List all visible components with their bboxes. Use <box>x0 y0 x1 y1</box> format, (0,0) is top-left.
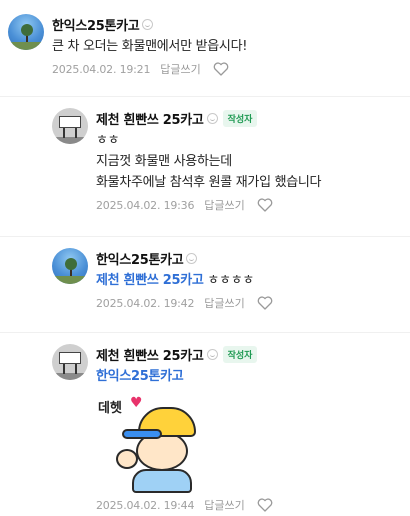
mention-link[interactable]: 한익스25톤카고 <box>96 369 184 384</box>
reply-button[interactable]: 답글쓰기 <box>204 497 244 513</box>
smile-icon <box>206 112 218 124</box>
heart-icon: ♥ <box>130 395 143 411</box>
comment-text: 한익스25톤카고 <box>96 366 273 387</box>
comment-date: 2025.04.02. 19:36 <box>96 198 195 212</box>
comment-author[interactable]: 제천 흰빤쓰 25카고 <box>96 109 204 128</box>
comment-date: 2025.04.02. 19:42 <box>96 296 195 310</box>
reply-item: 제천 흰빤쓰 25카고 작성자 한익스25톤카고 데헷 ♥ 2025.04.02… <box>52 344 273 513</box>
comment-text: 큰 차 오더는 화물맨에서만 받읍시다! <box>52 39 248 54</box>
comment-text: 제천 흰빤쓰 25카고 ㅎㅎㅎㅎ <box>96 270 273 291</box>
comment-author[interactable]: 한익스25톤카고 <box>52 15 140 34</box>
sticker-caption: 데헷 <box>98 401 122 416</box>
avatar[interactable] <box>52 344 88 380</box>
smile-icon <box>142 18 154 30</box>
avatar[interactable] <box>52 108 88 144</box>
comment-text-line: ㅎㅎ <box>96 133 120 148</box>
avatar[interactable] <box>52 248 88 284</box>
divider <box>0 96 410 97</box>
comment-item: 한익스25톤카고 큰 차 오더는 화물맨에서만 받읍시다! 2025.04.02… <box>8 14 247 77</box>
avatar[interactable] <box>8 14 44 50</box>
heart-icon[interactable] <box>257 498 273 512</box>
comment-text-line: 화물차주에날 참석후 원콜 재가입 했습니다 <box>96 175 322 190</box>
reply-button[interactable]: 답글쓰기 <box>204 197 244 213</box>
sticker-image[interactable]: 데헷 ♥ <box>96 393 206 493</box>
heart-icon[interactable] <box>213 62 229 76</box>
comment-text: ㅎㅎ 지금껏 화물맨 사용하는데 화물차주에날 참석후 원콜 재가입 했습니다 <box>96 130 322 193</box>
reply-button[interactable]: 답글쓰기 <box>204 295 244 311</box>
author-badge: 작성자 <box>222 345 258 363</box>
comment-text-line: 지금껏 화물맨 사용하는데 <box>96 154 232 169</box>
heart-icon[interactable] <box>257 198 273 212</box>
divider <box>0 332 410 333</box>
reply-button[interactable]: 답글쓰기 <box>160 61 200 77</box>
heart-icon[interactable] <box>257 296 273 310</box>
comment-text-body: ㅎㅎㅎㅎ <box>207 273 255 288</box>
comment-date: 2025.04.02. 19:44 <box>96 498 195 512</box>
comment-author[interactable]: 제천 흰빤쓰 25카고 <box>96 345 204 364</box>
smile-icon <box>206 348 218 360</box>
comment-date: 2025.04.02. 19:21 <box>52 62 151 76</box>
reply-item: 제천 흰빤쓰 25카고 작성자 ㅎㅎ 지금껏 화물맨 사용하는데 화물차주에날 … <box>52 108 322 213</box>
author-badge: 작성자 <box>222 109 258 127</box>
mention-link[interactable]: 제천 흰빤쓰 25카고 <box>96 273 204 288</box>
smile-icon <box>186 252 198 264</box>
divider <box>0 236 410 237</box>
comment-author[interactable]: 한익스25톤카고 <box>96 249 184 268</box>
reply-item: 한익스25톤카고 제천 흰빤쓰 25카고 ㅎㅎㅎㅎ 2025.04.02. 19… <box>52 248 273 311</box>
